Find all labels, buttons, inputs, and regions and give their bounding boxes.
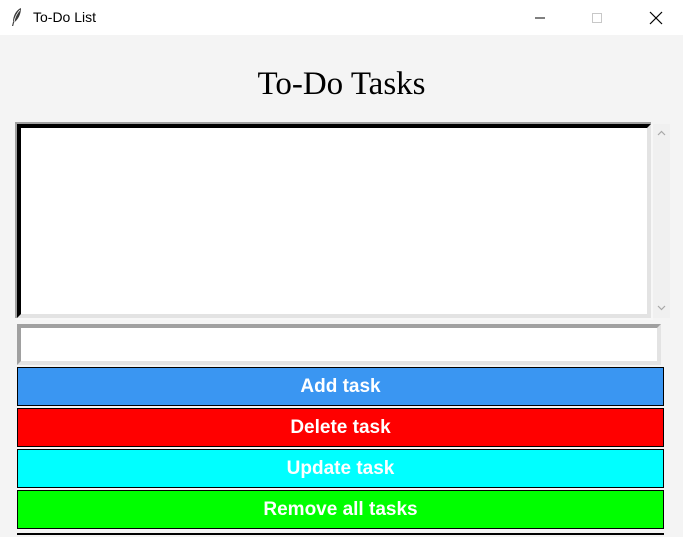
page-title: To-Do Tasks: [257, 66, 426, 102]
window-title: To-Do List: [33, 9, 97, 25]
maximize-button[interactable]: [574, 0, 620, 35]
delete-task-button[interactable]: Delete task: [17, 408, 664, 447]
minimize-icon: [535, 17, 545, 18]
minimize-button[interactable]: [517, 0, 563, 35]
window-bottom-border: [17, 533, 664, 535]
title-bar[interactable]: To-Do List: [0, 0, 683, 35]
scroll-down-icon[interactable]: [656, 302, 667, 313]
task-input[interactable]: [17, 324, 661, 365]
close-button[interactable]: [633, 0, 679, 35]
feather-icon: [10, 7, 24, 27]
task-list-scrollbar[interactable]: [653, 124, 670, 318]
scroll-up-icon[interactable]: [656, 128, 667, 139]
close-icon: [649, 11, 663, 24]
maximize-icon: [592, 12, 602, 23]
task-listbox[interactable]: [17, 124, 651, 318]
update-task-button[interactable]: Update task: [17, 449, 664, 488]
remove-all-tasks-button[interactable]: Remove all tasks: [17, 490, 664, 529]
add-task-button[interactable]: Add task: [17, 367, 664, 406]
